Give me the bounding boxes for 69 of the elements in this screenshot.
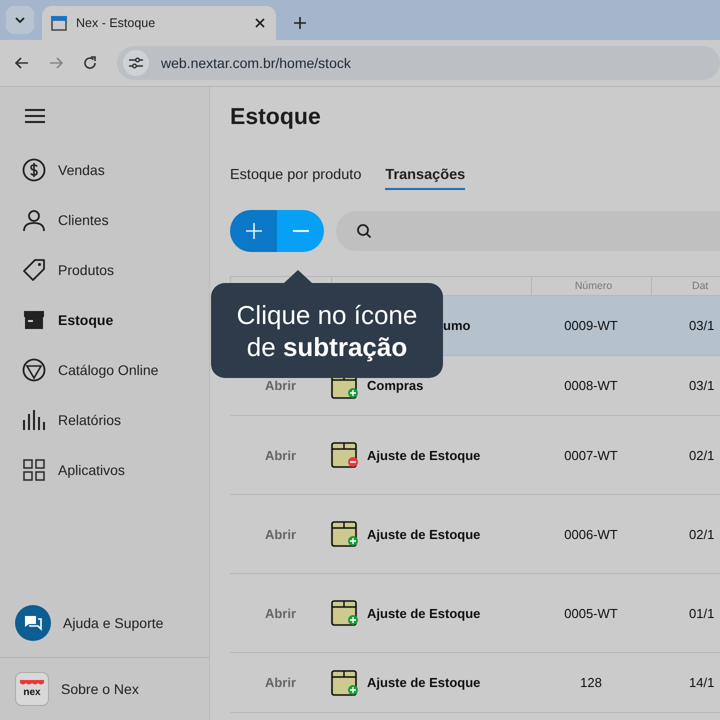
new-tab-icon[interactable] <box>294 17 306 29</box>
open-link[interactable]: Abrir <box>264 526 296 542</box>
table-cell-text: 01/1 <box>688 606 716 620</box>
table-cell-text: 03/1 <box>688 378 716 393</box>
catalog-icon <box>22 358 46 382</box>
transaction-type: Ajuste de Estoque <box>367 448 480 462</box>
box-minus-icon <box>331 442 359 468</box>
page-title: Estoque <box>230 103 322 131</box>
table-row[interactable]: Abrir Ajuste de Estoque 0006-WT 02/1 <box>230 495 720 574</box>
table-cell-text: 14/1 <box>688 675 716 690</box>
box-plus-icon <box>331 521 359 547</box>
box-icon <box>22 308 46 332</box>
open-link[interactable]: Abrir <box>264 675 296 690</box>
open-link[interactable]: Abrir <box>264 448 296 462</box>
browser-tab[interactable]: Nex - Estoque <box>42 6 276 40</box>
logo: nex <box>15 672 49 706</box>
sidebar-item[interactable]: Produtos <box>0 245 209 295</box>
about-link[interactable]: nex Sobre o Nex <box>0 658 209 720</box>
transaction-type: Ajuste de Estoque <box>367 606 480 620</box>
caret-icon <box>15 17 25 23</box>
transaction-type: Compras <box>367 378 424 393</box>
chat-icon <box>15 605 51 641</box>
grid-icon <box>22 458 46 482</box>
minus-icon <box>292 230 308 232</box>
transaction-type: Ajuste de Estoque <box>367 526 480 542</box>
box-plus-icon <box>331 670 359 696</box>
address-bar[interactable]: web.nextar.com.br/home/stock <box>117 46 720 80</box>
transaction-type: umo <box>443 318 470 333</box>
search-icon <box>356 223 372 239</box>
open-link[interactable]: Abrir <box>264 606 296 620</box>
transaction-type: Ajuste de Estoque <box>367 675 480 690</box>
help-link[interactable]: Ajuda e Suporte <box>0 589 209 658</box>
plus-icon <box>246 223 262 239</box>
table-cell-text: 128 <box>579 675 603 690</box>
tab-list-button[interactable] <box>6 6 34 34</box>
reload-icon[interactable] <box>83 56 97 70</box>
table-row[interactable]: Abrir Ajuste de Estoque 0007-WT 02/1 <box>230 416 720 495</box>
dollar-icon <box>22 158 46 182</box>
site-settings-icon <box>128 56 144 70</box>
table-cell-text: 0009-WT <box>563 318 619 333</box>
table-cell-text: 03/1 <box>688 318 716 333</box>
table-cell-text: 0006-WT <box>563 526 619 542</box>
table-cell-text: 0008-WT <box>563 378 619 393</box>
table-row[interactable]: Abrir Ajuste de Estoque 0005-WT 01/1 <box>230 574 720 653</box>
tab[interactable]: Transações <box>385 167 466 190</box>
sidebar-item[interactable]: Aplicativos <box>0 445 209 495</box>
add-button[interactable] <box>230 210 277 252</box>
table-cell-text: 02/1 <box>688 448 716 462</box>
table-cell-text: 0007-WT <box>563 448 619 462</box>
sidebar-item[interactable]: Vendas <box>0 145 209 195</box>
tooltip: Clique no ícone de subtração <box>211 270 443 378</box>
bar-chart-icon <box>22 408 46 432</box>
open-link[interactable]: Abrir <box>264 378 296 393</box>
tab[interactable]: Estoque por produto <box>230 167 362 190</box>
table-row[interactable]: Abrir Ajuste de Estoque 128 14/1 <box>230 653 720 713</box>
person-icon <box>22 208 46 232</box>
sidebar-item[interactable]: Relatórios <box>0 395 209 445</box>
storefront-icon <box>50 14 68 32</box>
menu-icon[interactable] <box>25 109 45 123</box>
sidebar-item[interactable]: Estoque <box>0 295 209 345</box>
box-plus-icon <box>331 600 359 626</box>
search-field[interactable] <box>336 211 720 251</box>
sidebar-item[interactable]: Catálogo Online <box>0 345 209 395</box>
sidebar-item[interactable]: Clientes <box>0 195 209 245</box>
table-cell-text: 0005-WT <box>563 606 619 620</box>
back-icon[interactable] <box>15 57 29 69</box>
tag-icon <box>22 258 46 282</box>
table-cell-text: 02/1 <box>688 526 716 542</box>
tab-title: Nex - Estoque <box>76 16 156 30</box>
